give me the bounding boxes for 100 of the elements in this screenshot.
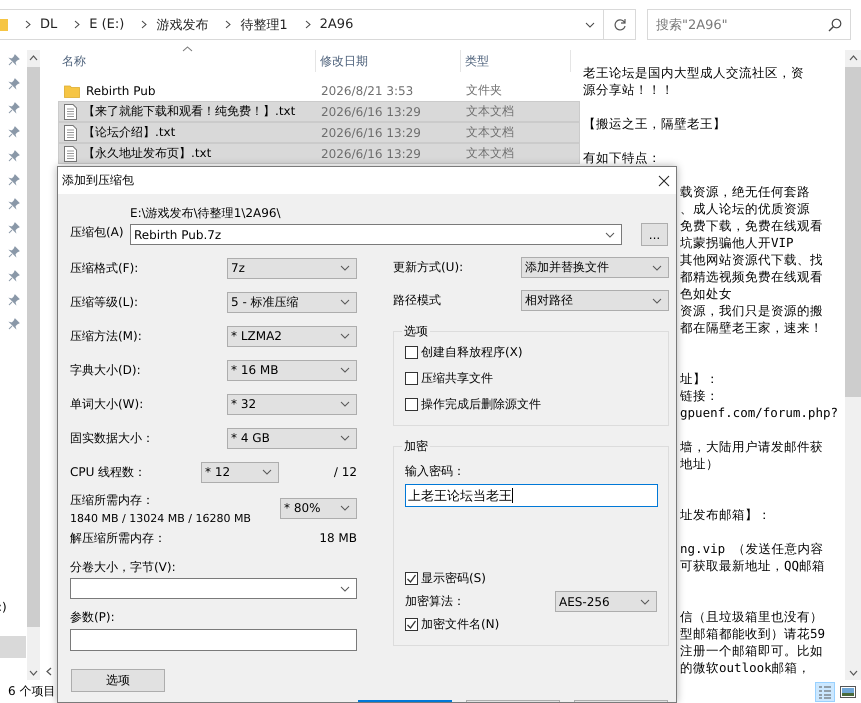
file-date: 2026/6/16 13:29	[320, 126, 422, 140]
pin-icon	[8, 294, 20, 306]
preview-text-line: ng.vip （发送任意内容	[680, 540, 824, 557]
dropdown[interactable]: 添加并替换文件	[521, 257, 669, 278]
pin-icon	[8, 150, 20, 162]
field-label: 压缩所需内存：	[70, 492, 155, 508]
dropdown[interactable]: 5 - 标准压缩	[227, 292, 357, 312]
password-field[interactable]: 上老王论坛当老王	[405, 484, 658, 507]
address-bar[interactable]: DL E (E:) 游戏发布 待整理1 2A96	[0, 9, 604, 40]
pin-icon	[8, 318, 20, 330]
dropdown[interactable]: AES-256	[555, 591, 657, 612]
chevron-down-icon	[340, 505, 350, 511]
document-icon	[64, 146, 77, 162]
preview-text-line: 都精选视频免费在线观看	[680, 268, 823, 285]
memory-value: 18 MB	[319, 531, 357, 545]
dropdown[interactable]: 7z	[227, 258, 357, 278]
checkbox[interactable]	[405, 372, 418, 385]
file-row[interactable]: Rebirth Pub 2026/8/21 3:53 文件夹	[58, 80, 580, 101]
dropdown[interactable]: 相对路径	[521, 290, 669, 311]
check-icon	[406, 573, 417, 584]
preview-text-line: 址发布邮箱】：	[680, 506, 771, 523]
file-date: 2026/8/21 3:53	[320, 84, 414, 98]
file-type: 文本文档	[465, 103, 515, 120]
dropdown[interactable]: * 12	[201, 462, 280, 482]
memory-usage-text: 1840 MB / 13024 MB / 16280 MB	[70, 512, 251, 524]
preview-text-line: 墙，大陆用户请发邮件获	[680, 438, 823, 455]
dropdown[interactable]: * LZMA2	[227, 326, 357, 346]
preview-text-line: 坑蒙拐骗他人开VIP	[680, 234, 794, 251]
preview-text-line: 可获取最新地址，QQ邮箱	[680, 557, 826, 574]
file-name: 【来了就能下载和观看！纯免费！】.txt	[83, 103, 296, 120]
dropdown[interactable]: * 32	[227, 394, 357, 414]
preview-text-line: 址】：	[680, 370, 719, 387]
scrollbar[interactable]	[845, 50, 861, 680]
archive-name-field[interactable]: Rebirth Pub.7z	[130, 224, 622, 245]
dropdown[interactable]: * 80%	[280, 498, 357, 518]
details-view-button[interactable]	[815, 682, 835, 702]
field-label: 压缩格式(F):	[70, 260, 138, 276]
options-button[interactable]: 选项	[71, 669, 165, 692]
scrollbar-thumb[interactable]	[845, 67, 861, 397]
breadcrumb[interactable]: 游戏发布	[156, 16, 208, 34]
file-row[interactable]: 【论坛介绍】.txt 2026/6/16 13:29 文本文档	[58, 122, 580, 143]
field-label: 固实数据大小：	[70, 430, 154, 446]
preview-text-line: 其他网站资源代下载、找	[680, 251, 823, 268]
volume-size-field[interactable]	[70, 578, 357, 599]
column-header[interactable]: 修改日期	[316, 50, 461, 72]
chevron-down-icon	[340, 435, 350, 441]
preview-text-line: 源分享站！！！	[583, 81, 674, 98]
thread-total: / 12	[334, 465, 357, 479]
document-icon	[64, 124, 77, 140]
refresh-button[interactable]	[604, 9, 636, 40]
checkbox[interactable]	[405, 618, 418, 631]
checkbox[interactable]	[405, 572, 418, 585]
chevron-down-icon	[640, 598, 650, 604]
field-label: 分卷大小，字节(V):	[70, 559, 177, 576]
file-date: 2026/6/16 13:29	[320, 104, 422, 118]
dropdown[interactable]: * 4 GB	[227, 428, 357, 448]
field-label: 压缩方法(M):	[70, 328, 142, 344]
preview-text-line: 老王论坛是国内大型成人交流社区，资	[583, 64, 804, 81]
breadcrumb[interactable]: 2A96	[320, 17, 354, 32]
checkbox[interactable]	[405, 346, 418, 359]
field-label: 参数(P):	[70, 609, 116, 626]
chevron-right-icon	[74, 20, 80, 29]
checkbox-label: 显示密码(S)	[421, 570, 486, 587]
column-header[interactable]: 类型	[461, 50, 571, 72]
sort-up-icon	[182, 46, 193, 52]
chevron-down-icon	[652, 264, 662, 270]
chevron-down-icon	[340, 299, 350, 305]
search-field[interactable]: 搜索"2A96"	[647, 9, 851, 40]
close-icon	[658, 174, 670, 186]
checkbox[interactable]	[405, 398, 418, 411]
pin-icon	[8, 270, 20, 282]
refresh-icon	[612, 18, 626, 32]
preview-text-line: 色如处女	[680, 285, 732, 302]
pin-icon	[8, 54, 20, 66]
breadcrumb[interactable]: E (E:)	[89, 17, 124, 32]
group-title: 加密	[403, 438, 429, 455]
field-label: 更新方式(U):	[393, 259, 464, 276]
file-type: 文件夹	[465, 82, 503, 99]
breadcrumb[interactable]: 待整理1	[240, 16, 288, 34]
file-row[interactable]: 【来了就能下载和观看！纯免费！】.txt 2026/6/16 13:29 文本文档	[58, 101, 580, 122]
file-row[interactable]: 【永久地址发布页】.txt 2026/6/16 13:29 文本文档	[58, 143, 580, 164]
preview-text-line: 信（且垃圾箱里也没有）	[680, 608, 823, 625]
preview-text-line: 、成人论坛的优质资源	[680, 200, 810, 217]
chevron-right-icon	[225, 20, 232, 29]
column-header[interactable]: 名称	[58, 50, 316, 72]
pin-icon	[8, 102, 20, 114]
parameters-field[interactable]	[70, 629, 357, 651]
breadcrumb[interactable]: DL	[40, 17, 58, 32]
preview-text-line: 注册一个邮箱即可。比如	[680, 642, 823, 659]
file-name: 【永久地址发布页】.txt	[83, 145, 212, 162]
field-label: 解压缩所需内存：	[70, 530, 166, 546]
pin-icon	[8, 222, 20, 234]
search-icon	[828, 18, 842, 32]
chevron-up-icon	[29, 55, 38, 61]
preview-text-line: 型邮箱都能收到）请花59	[680, 625, 826, 642]
field-label: 单词大小(W):	[70, 396, 144, 412]
group-title: 选项	[403, 323, 429, 340]
dropdown[interactable]: * 16 MB	[227, 360, 357, 380]
browse-button[interactable]: ...	[641, 223, 668, 246]
pin-icon	[8, 198, 20, 210]
